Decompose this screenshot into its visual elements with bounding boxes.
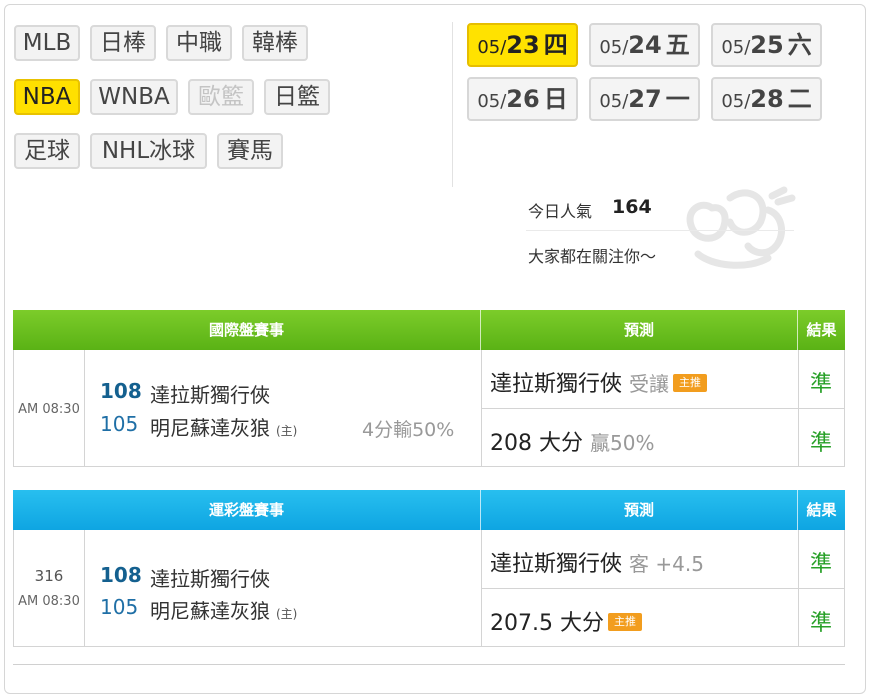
away-team: 達拉斯獨行俠 xyxy=(150,567,270,591)
international-odds-table: 國際盤賽事 預測 結果 AM 08:30 108 達拉斯獨行俠 105 明尼蘇達… xyxy=(13,310,845,467)
tab-kbo[interactable]: 韓棒 xyxy=(242,25,308,61)
table-header: 運彩盤賽事 預測 結果 xyxy=(13,490,845,530)
tab-horse-racing[interactable]: 賽馬 xyxy=(217,133,283,169)
home-team: 明尼蘇達灰狼 xyxy=(150,416,270,440)
prediction-main: 達拉斯獨行俠 xyxy=(490,552,623,577)
prediction-total: 207.5 大分 主推 xyxy=(490,605,642,637)
prediction-sub: 受讓 xyxy=(629,372,670,396)
tab-soccer[interactable]: 足球 xyxy=(14,133,80,169)
home-team-cell: 明尼蘇達灰狼 (主) xyxy=(150,412,297,441)
home-score: 105 xyxy=(100,595,139,619)
prediction-total: 208 大分 贏50% xyxy=(490,425,654,457)
tab-cpbl[interactable]: 中職 xyxy=(166,25,232,61)
table-header: 國際盤賽事 預測 結果 xyxy=(13,310,845,350)
game-time: AM 08:30 xyxy=(18,594,80,609)
date-0527[interactable]: 05/27 一 xyxy=(589,77,700,121)
game-number: 316 xyxy=(34,567,64,585)
header-event: 國際盤賽事 xyxy=(208,321,284,339)
result-mark: 準 xyxy=(809,372,832,397)
cell-divider xyxy=(84,530,85,646)
game-time: AM 08:30 xyxy=(18,402,80,417)
table-row: 316 AM 08:30 108 達拉斯獨行俠 105 明尼蘇達灰狼 (主) 達拉… xyxy=(13,530,845,647)
home-team-cell: 明尼蘇達灰狼 (主) xyxy=(150,595,297,624)
tab-nba[interactable]: NBA xyxy=(14,79,80,115)
row-divider xyxy=(481,588,845,589)
prediction-main: 208 大分 xyxy=(490,431,583,456)
header-result: 結果 xyxy=(806,501,837,519)
table-row: AM 08:30 108 達拉斯獨行俠 105 明尼蘇達灰狼 (主) 4分輸50%… xyxy=(13,350,845,467)
home-team: 明尼蘇達灰狼 xyxy=(150,599,270,623)
tab-npb[interactable]: 日棒 xyxy=(90,25,156,61)
prediction-sub: 贏50% xyxy=(590,431,655,455)
lottery-odds-table: 運彩盤賽事 預測 結果 316 AM 08:30 108 達拉斯獨行俠 105 … xyxy=(13,490,845,647)
divider xyxy=(452,22,453,187)
prediction-main: 達拉斯獨行俠 xyxy=(490,372,623,397)
prediction-spread: 達拉斯獨行俠 受讓 主推 xyxy=(490,366,708,398)
tab-euro-basketball: 歐籃 xyxy=(188,79,254,115)
popularity-label: 今日人氣 xyxy=(528,202,593,221)
home-tag: (主) xyxy=(276,607,298,621)
date-0525[interactable]: 05/25 六 xyxy=(711,23,822,67)
tab-japan-basketball[interactable]: 日籃 xyxy=(264,79,330,115)
result-mark: 準 xyxy=(809,431,832,456)
date-0528[interactable]: 05/28 二 xyxy=(711,77,822,121)
result-mark: 準 xyxy=(809,611,832,636)
tab-mlb[interactable]: MLB xyxy=(14,25,80,61)
date-0526[interactable]: 05/26 日 xyxy=(467,77,578,121)
tab-wnba[interactable]: WNBA xyxy=(90,79,178,115)
cell-divider xyxy=(84,350,85,466)
prediction-sub: 客 +4.5 xyxy=(629,552,704,576)
prediction-spread: 達拉斯獨行俠 客 +4.5 xyxy=(490,546,704,578)
row-divider xyxy=(481,408,845,409)
away-score: 108 xyxy=(100,379,142,403)
bear-mascot-icon xyxy=(686,186,796,269)
popularity-message: 大家都在關注你～ xyxy=(528,247,657,266)
header-prediction: 預測 xyxy=(623,321,654,339)
away-team: 達拉斯獨行俠 xyxy=(150,383,270,407)
game-outcome: 4分輸50% xyxy=(362,419,455,441)
header-result: 結果 xyxy=(806,321,837,339)
date-0524[interactable]: 05/24 五 xyxy=(589,23,700,67)
featured-badge: 主推 xyxy=(673,374,708,392)
featured-badge: 主推 xyxy=(607,613,642,631)
result-mark: 準 xyxy=(809,552,832,577)
bottom-divider xyxy=(13,664,845,665)
home-score: 105 xyxy=(100,412,139,436)
popularity-count: 164 xyxy=(612,196,652,218)
header-prediction: 預測 xyxy=(623,501,654,519)
home-tag: (主) xyxy=(276,424,298,438)
popularity-divider xyxy=(526,230,794,231)
header-event: 運彩盤賽事 xyxy=(208,501,284,519)
date-0523[interactable]: 05/23 四 xyxy=(467,23,578,67)
prediction-main: 207.5 大分 xyxy=(490,611,604,636)
tab-nhl[interactable]: NHL冰球 xyxy=(90,133,207,169)
away-score: 108 xyxy=(100,563,142,587)
